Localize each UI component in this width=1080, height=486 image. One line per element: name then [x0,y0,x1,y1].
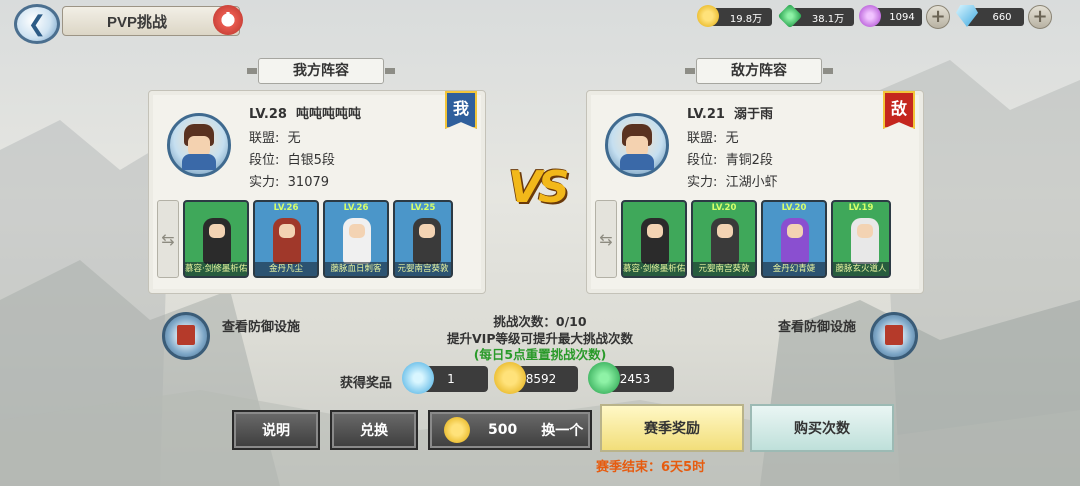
hero-level: LV.26 [273,203,299,213]
my-rank-row: 段位: 白银5段 [249,149,335,168]
hero-name: 慕容·剑修墨析佑 [623,262,685,276]
back-button[interactable]: ❮ [14,4,60,44]
reward-gold-value: 8592 [525,372,557,386]
enemy-level: LV.21 [687,107,725,122]
enemy-badge: 敌 [883,91,915,129]
hero-card[interactable]: LV.26 藤脉血日刺客 [323,200,389,278]
my-heroes-row: ⇆ 慕容·剑修墨析佑 LV.26 金丹凡尘 LV.26 藤脉血日刺客 LV.25… [157,197,479,281]
enemy-team-tag: 敌方阵容 [685,58,833,84]
hero-card[interactable]: LV.19 藤脉玄火道人 [831,200,891,278]
hero-name: 金丹幻青婕 [763,262,825,276]
hero-card[interactable]: LV.20 金丹幻青婕 [761,200,827,278]
swap-lineup-button[interactable]: ⇆ [595,200,617,278]
rank-label: 段位: [249,153,280,168]
power-label: 实力: [249,175,280,190]
my-alliance-row: 联盟: 无 [249,127,301,146]
enemy-avatar[interactable] [605,113,669,177]
hero-level: LV.26 [343,203,369,213]
enemy-alliance: 无 [725,131,739,146]
jade-icon [588,362,620,394]
rewards-label: 获得奖品 [340,376,393,391]
spirit-orb-icon [859,5,881,27]
vs-emblem: VS [508,162,570,213]
hero-card[interactable]: LV.25 元婴南宫葵敦 [393,200,453,278]
top-bar: PVP挑战 ❮ ! 19.8万 38.1万 1094 + 660 + [0,0,1080,44]
spirit-value: 1094 [889,11,915,23]
hero-name: 藤脉玄火道人 [833,262,889,276]
my-avatar[interactable] [167,113,231,177]
hero-card[interactable]: LV.20 元婴南宫葵敦 [691,200,757,278]
add-spirit-button[interactable]: + [926,5,950,29]
swap-lineup-button[interactable]: ⇆ [157,200,179,278]
rank-label: 段位: [687,153,718,168]
refresh-cost: 500 [488,422,518,438]
season-end-timer: 赛季结束：6天5时 [596,460,706,475]
hero-name: 藤脉血日刺客 [325,262,387,276]
gold-coin-icon [444,417,470,443]
hero-level: LV.19 [848,203,874,213]
my-rank: 白银5段 [287,153,335,168]
enemy-rank: 青铜2段 [725,153,773,168]
alliance-label: 联盟: [249,131,280,146]
my-alliance: 无 [287,131,301,146]
enemy-heroes-row: ⇆ 慕容·剑修墨析佑 LV.20 元婴南宫葵敦 LV.20 金丹幻青婕 LV.1… [595,197,917,281]
enemy-level-name: LV.21 溺于雨 [687,103,773,122]
swap-icon: ⇆ [599,230,613,249]
diamond-icon [402,362,434,394]
my-badge: 我 [445,91,477,129]
enemy-power: 江湖小虾 [725,175,778,190]
power-label: 实力: [687,175,718,190]
explain-button[interactable]: 说明 [232,410,320,450]
gold-value: 19.8万 [729,13,763,25]
hero-card[interactable]: 慕容·剑修墨析佑 [621,200,687,278]
swap-icon: ⇆ [161,230,175,249]
refresh-opponent-button[interactable]: 500 换一个 [428,410,592,450]
my-team-tag: 我方阵容 [247,58,395,84]
hero-level: LV.25 [410,203,436,213]
season-reward-button[interactable]: 赛季奖励 [600,404,744,452]
back-arrow-icon: ❮ [27,11,47,37]
add-diamond-button[interactable]: + [1028,5,1052,29]
my-team-panel: 我 LV.28 吨吨吨吨吨 联盟: 无 段位: 白银5段 实力: 31079 ⇆… [148,90,486,294]
diamond-value: 660 [992,11,1012,23]
my-power-row: 实力: 31079 [249,171,329,190]
enemy-team-panel: 敌 LV.21 溺于雨 联盟: 无 段位: 青铜2段 实力: 江湖小虾 ⇆ 慕容… [586,90,924,294]
my-power: 31079 [287,175,330,190]
hero-card[interactable]: 慕容·剑修墨析佑 [183,200,249,278]
my-level-name: LV.28 吨吨吨吨吨 [249,103,361,122]
enemy-name: 溺于雨 [733,107,773,122]
hero-level: LV.20 [781,203,807,213]
hero-name: 元婴南宫葵敦 [693,262,755,276]
buy-times-button[interactable]: 购买次数 [750,404,894,452]
reset-hint: (每日5点重置挑战次数) [473,347,607,362]
enemy-power-row: 实力: 江湖小虾 [687,171,778,190]
hero-level: LV.20 [711,203,737,213]
enemy-rank-row: 段位: 青铜2段 [687,149,773,168]
gold-coin-icon [494,362,526,394]
my-name: 吨吨吨吨吨 [295,107,361,122]
alliance-label: 联盟: [687,131,718,146]
hero-name: 慕容·剑修墨析佑 [185,262,247,276]
hero-name: 元婴南宫葵敦 [395,262,451,276]
hero-card[interactable]: LV.26 金丹凡尘 [253,200,319,278]
reward-diamond-value: 1 [447,372,455,386]
hero-name: 金丹凡尘 [255,262,317,276]
enemy-alliance-row: 联盟: 无 [687,127,739,146]
reward-jade-value: 2453 [619,372,651,386]
exchange-button[interactable]: 兑换 [330,410,418,450]
alert-icon[interactable]: ! [213,5,243,35]
jade-value: 38.1万 [811,13,845,25]
refresh-label: 换一个 [541,423,584,439]
gold-coin-icon [697,5,719,27]
my-level: LV.28 [249,107,287,122]
